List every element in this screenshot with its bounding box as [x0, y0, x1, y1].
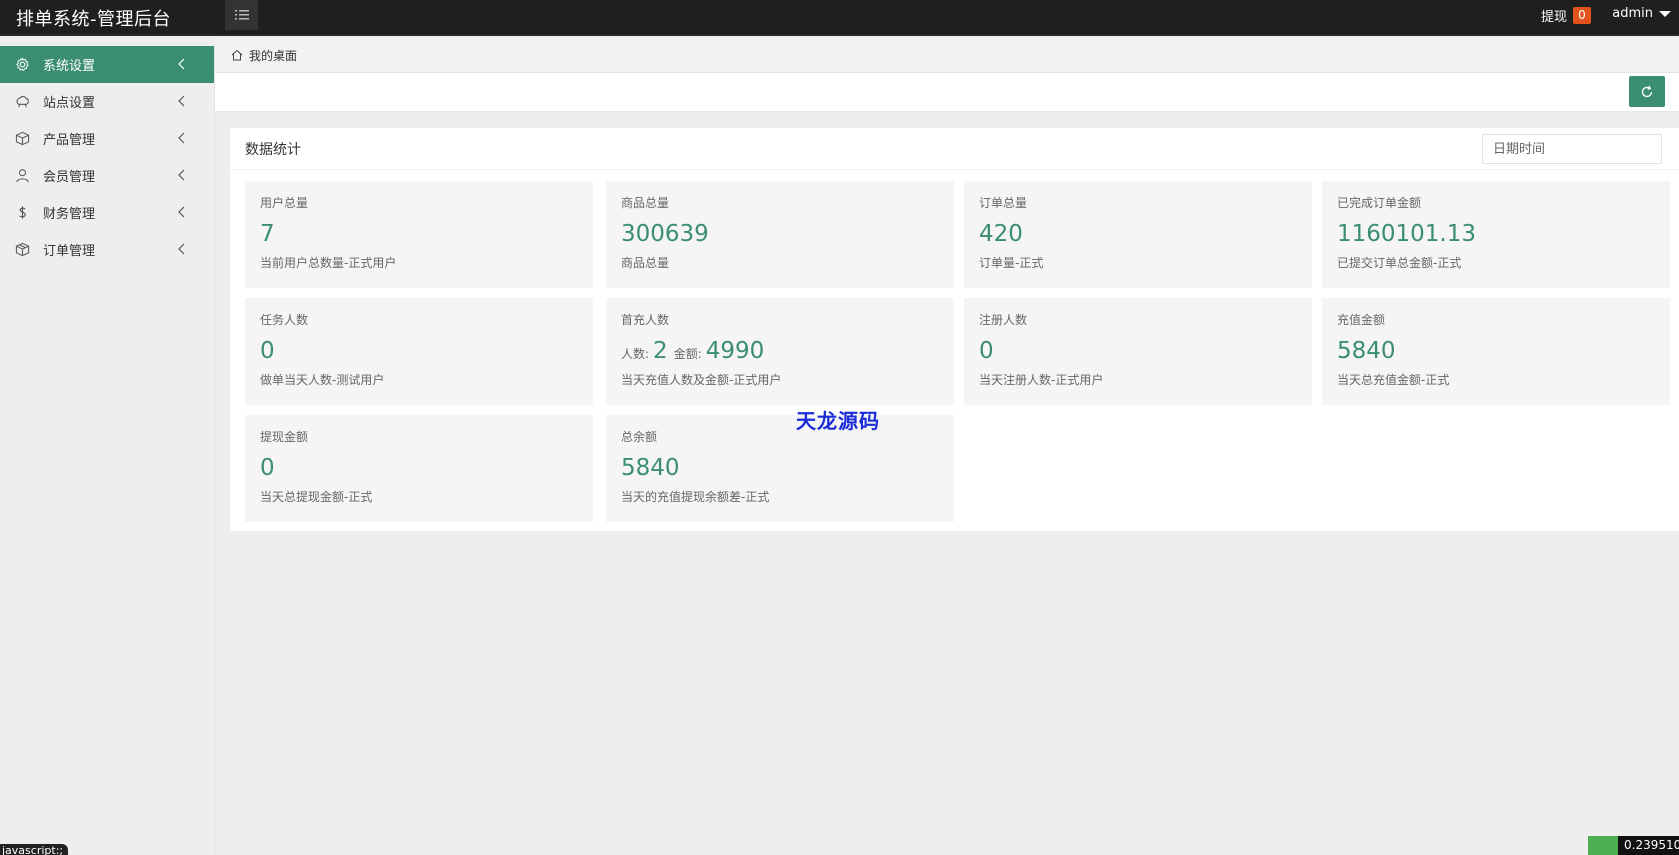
- sidebar-item-product-management[interactable]: 产品管理: [0, 120, 214, 157]
- people-value: 2: [653, 338, 668, 364]
- refresh-icon: [1641, 85, 1653, 97]
- user-menu[interactable]: admin: [1612, 6, 1671, 21]
- stat-card-completed-order-amount: 已完成订单金额 1160101.13 已提交订单总金额-正式: [1322, 181, 1670, 288]
- stat-value: 0: [260, 338, 275, 364]
- stat-value: 0: [260, 455, 275, 481]
- stat-description: 当天总充值金额-正式: [1337, 373, 1450, 387]
- stat-label: 已完成订单金额: [1337, 196, 1422, 210]
- app-title: 排单系统-管理后台: [16, 9, 171, 30]
- sidebar-item-member-management[interactable]: 会员管理: [0, 157, 214, 194]
- chevron-left-icon: [178, 243, 185, 255]
- stat-description: 当前用户总数量-正式用户: [260, 256, 397, 270]
- perf-monitor-icon: [1588, 836, 1618, 855]
- site-icon: [14, 94, 30, 110]
- toolbar: [215, 73, 1679, 112]
- stat-card-first-recharge: 首充人数 人数: 2 金额: 4990 当天充值人数及金额-正式用户: [606, 298, 954, 405]
- breadcrumb: 我的桌面: [215, 38, 1679, 73]
- stat-label: 用户总量: [260, 196, 309, 210]
- user-icon: [14, 168, 30, 184]
- stat-value: 5840: [1337, 338, 1396, 364]
- stat-description: 当天注册人数-正式用户: [979, 373, 1104, 387]
- sidebar-item-label: 订单管理: [43, 244, 96, 259]
- stat-description: 商品总量: [621, 256, 670, 270]
- panel-title: 数据统计: [230, 128, 1679, 170]
- stat-description: 当天的充值提现余额差-正式: [621, 490, 770, 504]
- caret-down-icon: [1659, 10, 1671, 17]
- stat-card-withdraw-amount: 提现金额 0 当天总提现金额-正式: [245, 415, 593, 522]
- stat-description: 做单当天人数-测试用户: [260, 373, 385, 387]
- withdraw-link[interactable]: 提现 0: [1541, 6, 1591, 25]
- stat-label: 订单总量: [979, 196, 1028, 210]
- perf-monitor-value: 0.239510: [1618, 836, 1679, 855]
- stats-panel: 数据统计 用户总量 7 当前用户总数量-正式用户 商品总量 300639 商品总…: [230, 128, 1679, 531]
- stat-value: 7: [260, 221, 275, 247]
- stat-value: 0: [979, 338, 994, 364]
- dollar-icon: [14, 205, 30, 221]
- withdraw-label: 提现: [1540, 10, 1567, 25]
- withdraw-count-badge: 0: [1573, 7, 1591, 24]
- user-name: admin: [1612, 6, 1653, 21]
- stat-description: 已提交订单总金额-正式: [1337, 256, 1462, 270]
- chevron-left-icon: [178, 206, 185, 218]
- stat-value: 5840: [621, 455, 680, 481]
- stat-label: 商品总量: [621, 196, 670, 210]
- stat-label: 充值金额: [1337, 313, 1386, 327]
- stat-value: 420: [979, 221, 1023, 247]
- stat-card-task-users: 任务人数 0 做单当天人数-测试用户: [245, 298, 593, 405]
- stat-label: 首充人数: [621, 313, 670, 327]
- sidebar-item-label: 系统设置: [43, 59, 96, 74]
- chevron-left-icon: [178, 132, 185, 144]
- stat-card-recharge-amount: 充值金额 5840 当天总充值金额-正式: [1322, 298, 1670, 405]
- stat-card-total-orders: 订单总量 420 订单量-正式: [964, 181, 1312, 288]
- breadcrumb-home-tab[interactable]: 我的桌面: [249, 47, 297, 64]
- status-url-tooltip: javascript:;: [0, 844, 68, 855]
- stat-card-total-products: 商品总量 300639 商品总量: [606, 181, 954, 288]
- stat-card-total-users: 用户总量 7 当前用户总数量-正式用户: [245, 181, 593, 288]
- date-time-input[interactable]: [1482, 134, 1662, 164]
- stat-description: 当天总提现金额-正式: [260, 490, 373, 504]
- sidebar-item-system-settings[interactable]: 系统设置: [0, 46, 214, 83]
- stat-label: 提现金额: [260, 430, 309, 444]
- top-header: 排单系统-管理后台 提现 0 admin: [0, 0, 1679, 36]
- stat-label: 总余额: [621, 430, 658, 444]
- sidebar-item-label: 财务管理: [43, 207, 96, 222]
- box-icon: [14, 131, 30, 147]
- stat-value-compound: 人数: 2 金额: 4990: [621, 338, 939, 366]
- sidebar-item-label: 会员管理: [43, 170, 96, 185]
- menu-toggle-button[interactable]: [225, 0, 258, 30]
- stat-label: 注册人数: [979, 313, 1028, 327]
- sidebar-item-site-settings[interactable]: 站点设置: [0, 83, 214, 120]
- gear-icon: [14, 57, 30, 73]
- sidebar-item-label: 产品管理: [43, 133, 96, 148]
- sidebar: 系统设置 站点设置 产品管理 会员管理 财务管理 订单管理: [0, 46, 215, 855]
- amount-value: 4990: [705, 338, 765, 364]
- stat-card-total-balance: 总余额 5840 当天的充值提现余额差-正式: [606, 415, 954, 522]
- home-icon: [231, 49, 243, 61]
- sidebar-item-label: 站点设置: [43, 96, 96, 111]
- people-label: 人数:: [621, 347, 650, 361]
- list-icon: [234, 10, 249, 20]
- chevron-left-icon: [178, 58, 185, 70]
- sidebar-item-finance-management[interactable]: 财务管理: [0, 194, 214, 231]
- amount-label: 金额:: [673, 347, 702, 361]
- chevron-left-icon: [178, 169, 185, 181]
- stat-value: 1160101.13: [1337, 221, 1477, 247]
- stat-card-registered-users: 注册人数 0 当天注册人数-正式用户: [964, 298, 1312, 405]
- watermark-text: 天龙源码: [796, 409, 880, 433]
- refresh-button[interactable]: [1629, 76, 1665, 107]
- stat-value: 300639: [621, 221, 709, 247]
- chevron-left-icon: [178, 95, 185, 107]
- order-icon: [14, 242, 30, 258]
- sidebar-item-order-management[interactable]: 订单管理: [0, 231, 214, 268]
- stat-description: 当天充值人数及金额-正式用户: [621, 373, 782, 387]
- stat-label: 任务人数: [260, 313, 309, 327]
- stat-description: 订单量-正式: [979, 256, 1044, 270]
